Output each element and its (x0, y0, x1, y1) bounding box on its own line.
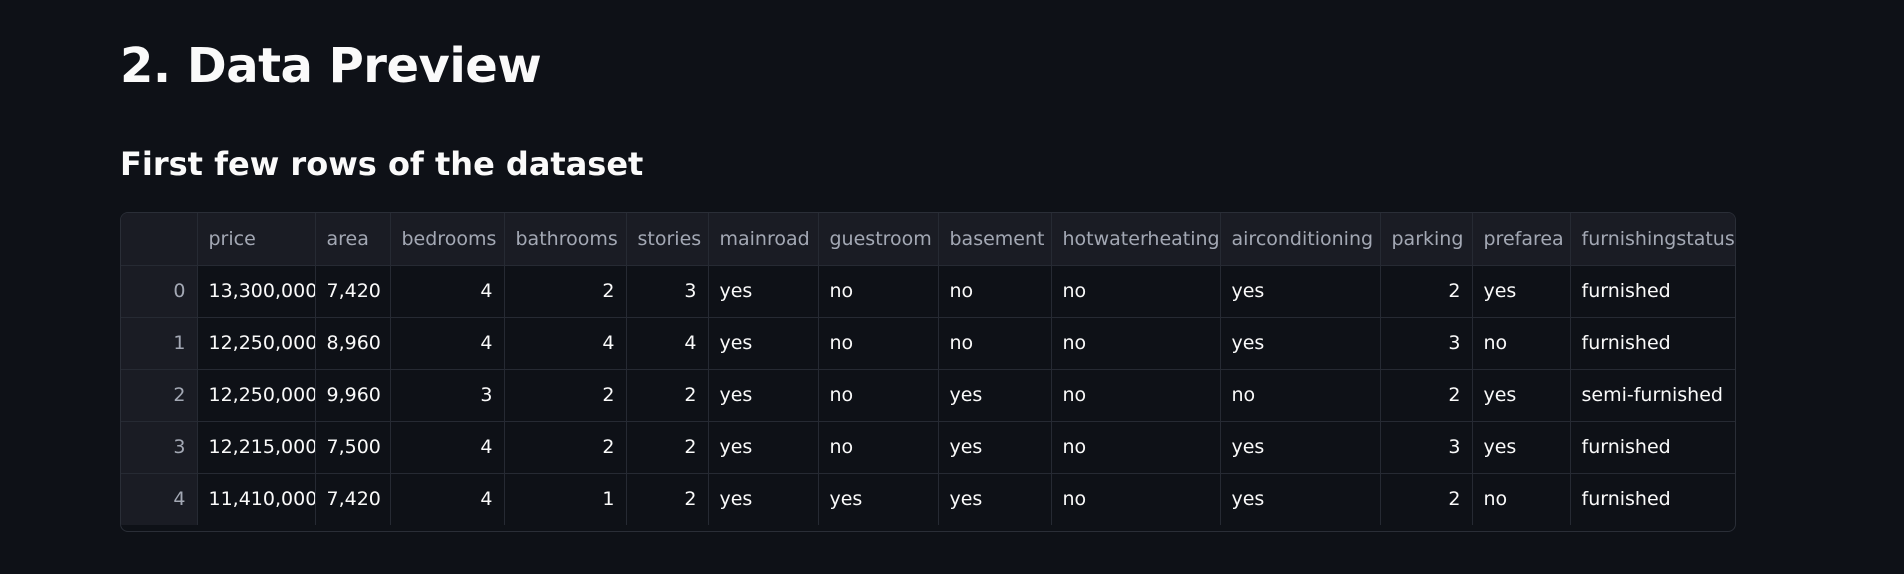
cell-hotwaterheating[interactable]: no (1051, 421, 1221, 474)
row-index[interactable]: 4 (121, 473, 198, 525)
cell-price[interactable]: 13,300,000 (197, 265, 316, 318)
data-preview-table[interactable]: price area bedrooms bathrooms stories ma… (120, 212, 1736, 532)
column-header-hotwaterheating[interactable]: hotwaterheating (1051, 213, 1221, 266)
table-row: 0 13,300,000 7,420 4 2 3 yes no no no ye… (121, 265, 1735, 318)
cell-airconditioning[interactable]: no (1220, 369, 1381, 422)
cell-area[interactable]: 8,960 (315, 317, 391, 370)
section-subtitle: First few rows of the dataset (120, 145, 644, 183)
cell-price[interactable]: 12,215,000 (197, 421, 316, 474)
table-header-row: price area bedrooms bathrooms stories ma… (121, 213, 1735, 266)
cell-prefarea[interactable]: no (1472, 473, 1571, 525)
column-header-bedrooms[interactable]: bedrooms (390, 213, 505, 266)
cell-mainroad[interactable]: yes (708, 369, 819, 422)
app-page: 2. Data Preview First few rows of the da… (0, 0, 1904, 574)
column-header-area[interactable]: area (315, 213, 391, 266)
cell-basement[interactable]: yes (938, 473, 1052, 525)
cell-bedrooms[interactable]: 4 (390, 317, 505, 370)
cell-basement[interactable]: yes (938, 369, 1052, 422)
cell-parking[interactable]: 2 (1380, 369, 1473, 422)
cell-hotwaterheating[interactable]: no (1051, 473, 1221, 525)
cell-furnishingstatus[interactable]: semi-furnished (1570, 369, 1735, 422)
column-header-guestroom[interactable]: guestroom (818, 213, 939, 266)
column-header-stories[interactable]: stories (626, 213, 709, 266)
cell-furnishingstatus[interactable]: furnished (1570, 421, 1735, 474)
cell-price[interactable]: 12,250,000 (197, 369, 316, 422)
cell-furnishingstatus[interactable]: furnished (1570, 473, 1735, 525)
cell-basement[interactable]: no (938, 317, 1052, 370)
row-index[interactable]: 2 (121, 369, 198, 422)
cell-prefarea[interactable]: yes (1472, 265, 1571, 318)
column-header-prefarea[interactable]: prefarea (1472, 213, 1571, 266)
cell-area[interactable]: 7,420 (315, 473, 391, 525)
cell-mainroad[interactable]: yes (708, 265, 819, 318)
table-row: 1 12,250,000 8,960 4 4 4 yes no no no ye… (121, 317, 1735, 370)
cell-mainroad[interactable]: yes (708, 473, 819, 525)
cell-stories[interactable]: 2 (626, 421, 709, 474)
cell-stories[interactable]: 3 (626, 265, 709, 318)
row-index[interactable]: 0 (121, 265, 198, 318)
cell-bathrooms[interactable]: 2 (504, 265, 627, 318)
cell-airconditioning[interactable]: yes (1220, 317, 1381, 370)
table-row: 2 12,250,000 9,960 3 2 2 yes no yes no n… (121, 369, 1735, 422)
table-row: 3 12,215,000 7,500 4 2 2 yes no yes no y… (121, 421, 1735, 474)
cell-bathrooms[interactable]: 2 (504, 421, 627, 474)
cell-bedrooms[interactable]: 4 (390, 265, 505, 318)
cell-hotwaterheating[interactable]: no (1051, 265, 1221, 318)
cell-hotwaterheating[interactable]: no (1051, 317, 1221, 370)
cell-hotwaterheating[interactable]: no (1051, 369, 1221, 422)
cell-parking[interactable]: 3 (1380, 317, 1473, 370)
cell-area[interactable]: 7,420 (315, 265, 391, 318)
cell-airconditioning[interactable]: yes (1220, 473, 1381, 525)
cell-airconditioning[interactable]: yes (1220, 265, 1381, 318)
dataframe: price area bedrooms bathrooms stories ma… (121, 213, 1735, 525)
cell-guestroom[interactable]: no (818, 421, 939, 474)
cell-bathrooms[interactable]: 4 (504, 317, 627, 370)
column-header-parking[interactable]: parking (1380, 213, 1473, 266)
cell-guestroom[interactable]: no (818, 265, 939, 318)
table-row: 4 11,410,000 7,420 4 1 2 yes yes yes no … (121, 473, 1735, 525)
cell-bedrooms[interactable]: 4 (390, 421, 505, 474)
cell-guestroom[interactable]: yes (818, 473, 939, 525)
cell-guestroom[interactable]: no (818, 369, 939, 422)
cell-area[interactable]: 7,500 (315, 421, 391, 474)
cell-stories[interactable]: 2 (626, 473, 709, 525)
cell-parking[interactable]: 2 (1380, 473, 1473, 525)
cell-prefarea[interactable]: yes (1472, 421, 1571, 474)
cell-price[interactable]: 11,410,000 (197, 473, 316, 525)
cell-bathrooms[interactable]: 1 (504, 473, 627, 525)
cell-airconditioning[interactable]: yes (1220, 421, 1381, 474)
column-header-mainroad[interactable]: mainroad (708, 213, 819, 266)
cell-prefarea[interactable]: no (1472, 317, 1571, 370)
cell-mainroad[interactable]: yes (708, 317, 819, 370)
index-header[interactable] (121, 213, 198, 266)
cell-stories[interactable]: 2 (626, 369, 709, 422)
page-title: 2. Data Preview (120, 38, 542, 94)
cell-furnishingstatus[interactable]: furnished (1570, 265, 1735, 318)
row-index[interactable]: 3 (121, 421, 198, 474)
cell-guestroom[interactable]: no (818, 317, 939, 370)
column-header-price[interactable]: price (197, 213, 316, 266)
column-header-airconditioning[interactable]: airconditioning (1220, 213, 1381, 266)
cell-prefarea[interactable]: yes (1472, 369, 1571, 422)
cell-furnishingstatus[interactable]: furnished (1570, 317, 1735, 370)
cell-stories[interactable]: 4 (626, 317, 709, 370)
cell-basement[interactable]: no (938, 265, 1052, 318)
cell-parking[interactable]: 3 (1380, 421, 1473, 474)
row-index[interactable]: 1 (121, 317, 198, 370)
cell-bathrooms[interactable]: 2 (504, 369, 627, 422)
cell-price[interactable]: 12,250,000 (197, 317, 316, 370)
cell-basement[interactable]: yes (938, 421, 1052, 474)
cell-area[interactable]: 9,960 (315, 369, 391, 422)
cell-parking[interactable]: 2 (1380, 265, 1473, 318)
cell-bedrooms[interactable]: 4 (390, 473, 505, 525)
column-header-furnishingstatus[interactable]: furnishingstatus (1570, 213, 1735, 266)
column-header-bathrooms[interactable]: bathrooms (504, 213, 627, 266)
column-header-basement[interactable]: basement (938, 213, 1052, 266)
cell-mainroad[interactable]: yes (708, 421, 819, 474)
cell-bedrooms[interactable]: 3 (390, 369, 505, 422)
